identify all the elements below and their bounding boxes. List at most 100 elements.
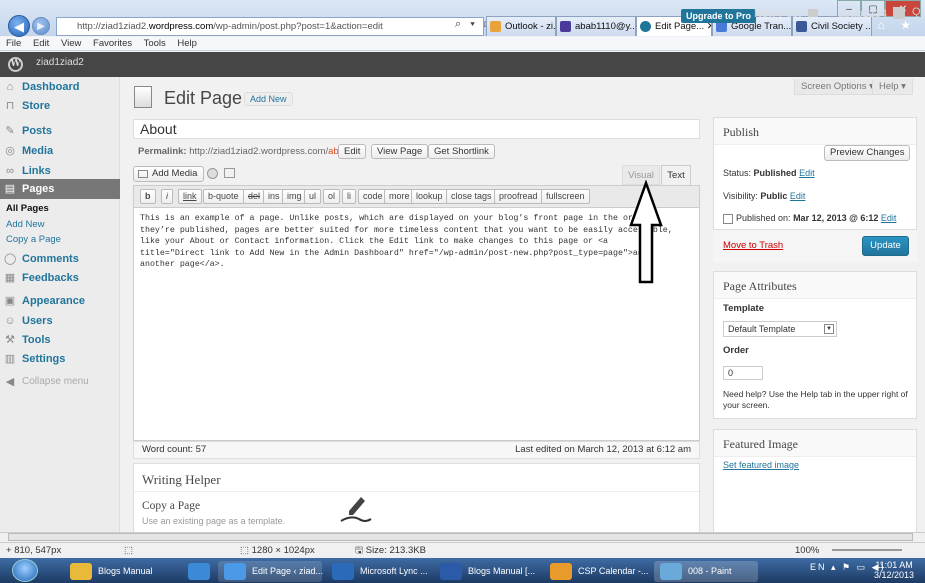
taskbar-lync[interactable]: Microsoft Lync ...	[326, 561, 430, 582]
qt-fullscreen[interactable]: fullscreen	[541, 189, 590, 204]
set-featured-image-link[interactable]: Set featured image	[723, 460, 799, 470]
pen-icon	[339, 495, 373, 529]
get-shortlink-button[interactable]: Get Shortlink	[428, 144, 495, 159]
sidebar-item-dashboard[interactable]: ⌂ Dashboard	[0, 77, 120, 97]
move-to-trash-link[interactable]: Move to Trash	[723, 240, 783, 251]
sidebar-item-users[interactable]: ☺ Users	[0, 311, 120, 331]
status-edit-link[interactable]: Edit	[799, 168, 815, 178]
taskbar-csp-calendar[interactable]: CSP Calendar -...	[544, 561, 648, 582]
comment-icon[interactable]	[808, 9, 818, 17]
order-label: Order	[723, 345, 749, 356]
featured-image-title[interactable]: Featured Image	[714, 430, 916, 457]
taskbar-label: Blogs Manual	[98, 566, 153, 576]
sidebar-item-settings[interactable]: ▥ Settings	[0, 349, 120, 369]
start-button[interactable]	[12, 559, 38, 582]
menu-tools[interactable]: Tools	[144, 38, 166, 49]
publish-status: Status: Published Edit	[723, 168, 815, 178]
submenu-copy-a-page[interactable]: Copy a Page	[6, 234, 61, 245]
sidebar-item-pages[interactable]: ▤ Pages	[0, 179, 120, 199]
preview-changes-button[interactable]: Preview Changes	[824, 145, 911, 161]
tools-icon: ⚒	[5, 334, 15, 346]
qt-ol[interactable]: ol	[323, 189, 341, 204]
sidebar-item-tools[interactable]: ⚒ Tools	[0, 330, 120, 350]
qt-del[interactable]: del	[243, 189, 266, 204]
admin-bar-user[interactable]: abab1234	[838, 8, 887, 20]
tab-text[interactable]: Text	[661, 165, 691, 185]
taskbar-blogs-manual-word[interactable]: Blogs Manual [...	[434, 561, 538, 582]
search-icon[interactable]: Q	[912, 6, 921, 18]
forward-button[interactable]: ▶	[32, 17, 50, 35]
back-button[interactable]: ◀	[8, 15, 30, 37]
taskbar-media-player[interactable]	[182, 561, 216, 582]
qt-bquote[interactable]: b-quote	[203, 189, 244, 204]
tab-label: Civil Society ...	[811, 21, 872, 32]
sidebar-item-posts[interactable]: ✎ Posts	[0, 121, 120, 141]
media-icon: ◎	[5, 145, 15, 157]
menu-favorites[interactable]: Favorites	[93, 38, 132, 49]
sidebar-item-store[interactable]: ⊓ Store	[0, 96, 120, 116]
qt-lookup[interactable]: lookup	[411, 189, 448, 204]
update-button[interactable]: Update	[862, 236, 909, 256]
new-post-link[interactable]: New Post	[754, 8, 801, 20]
dims-value: 1280 × 1024px	[251, 545, 315, 556]
mail-icon	[560, 21, 571, 32]
tab-yahoo[interactable]: abab1110@y...	[556, 16, 636, 36]
qt-ul[interactable]: ul	[304, 189, 322, 204]
scrollbar-thumb[interactable]	[8, 533, 913, 541]
sidebar-item-feedbacks[interactable]: ▦ Feedbacks	[0, 268, 120, 288]
qt-img[interactable]: img	[282, 189, 307, 204]
sidebar-item-media[interactable]: ◎ Media	[0, 141, 120, 161]
publish-title[interactable]: Publish	[714, 118, 916, 145]
title-input[interactable]: About	[133, 119, 700, 139]
qt-bold[interactable]: b	[140, 189, 156, 204]
poll-icon[interactable]	[207, 168, 218, 179]
add-media-button[interactable]: Add Media	[133, 166, 205, 182]
tab-outlook[interactable]: Outlook - zi...	[486, 16, 556, 36]
taskbar-blogs-manual-folder[interactable]: Blogs Manual	[64, 561, 182, 582]
menu-help[interactable]: Help	[177, 38, 197, 49]
upgrade-button[interactable]: Upgrade to Pro	[681, 9, 757, 23]
editor-scrollbar[interactable]	[690, 209, 698, 439]
wordpress-logo-icon[interactable]: W	[8, 57, 23, 72]
sidebar-item-label: Posts	[22, 125, 52, 137]
status-value: Published	[753, 168, 797, 178]
taskbar-paint[interactable]: 008 - Paint	[654, 561, 758, 582]
visibility-edit-link[interactable]: Edit	[790, 191, 806, 201]
sidebar-item-appearance[interactable]: ▣ Appearance	[0, 291, 120, 311]
visibility-value: Public	[760, 191, 788, 201]
menu-view[interactable]: View	[61, 38, 81, 49]
address-bar[interactable]: http://ziad1ziad2.wordpress.com/wp-admin…	[56, 17, 484, 36]
copy-a-page-title[interactable]: Copy a Page	[142, 500, 200, 512]
help-button[interactable]: Help ▾	[872, 79, 913, 95]
qt-italic[interactable]: i	[161, 189, 173, 204]
screen-options-button[interactable]: Screen Options ▾	[794, 79, 881, 95]
menu-file[interactable]: File	[6, 38, 21, 49]
admin-bar-site[interactable]: ziad1ziad2	[36, 57, 84, 68]
date-edit-link[interactable]: Edit	[881, 213, 897, 223]
menu-edit[interactable]: Edit	[33, 38, 49, 49]
page-attributes-title[interactable]: Page Attributes	[714, 272, 916, 299]
collapse-menu[interactable]: ◀ Collapse menu	[0, 372, 120, 392]
qt-proofread[interactable]: proofread	[494, 189, 543, 204]
add-new-button[interactable]: Add New	[244, 92, 293, 106]
form-icon[interactable]	[224, 168, 235, 178]
taskbar-edit-page[interactable]: Edit Page ‹ ziad...	[218, 561, 323, 582]
permalink-edit-button[interactable]: Edit	[338, 144, 367, 159]
qt-li[interactable]: li	[342, 189, 356, 204]
home-favorites-icons[interactable]: ⌂ ★	[878, 18, 917, 32]
submenu-all-pages[interactable]: All Pages	[6, 203, 49, 214]
avatar[interactable]	[893, 7, 905, 19]
writing-helper-title[interactable]: Writing Helper	[134, 464, 699, 492]
qt-close-tags[interactable]: close tags	[446, 189, 497, 204]
content-textarea[interactable]: This is an example of a page. Unlike pos…	[133, 207, 700, 441]
zoom-slider[interactable]	[832, 549, 902, 551]
order-input[interactable]: 0	[723, 366, 763, 380]
submenu-add-new[interactable]: Add New	[6, 219, 45, 230]
template-select[interactable]: Default Template ▼	[723, 321, 837, 337]
qt-link[interactable]: link	[178, 189, 202, 204]
clock[interactable]: 11:01 AM 3/12/2013	[874, 560, 914, 580]
sidebar-item-links[interactable]: ∞ Links	[0, 161, 120, 181]
view-page-button[interactable]: View Page	[371, 144, 429, 159]
qt-more[interactable]: more	[384, 189, 415, 204]
sidebar-item-comments[interactable]: ◯ Comments	[0, 249, 120, 269]
